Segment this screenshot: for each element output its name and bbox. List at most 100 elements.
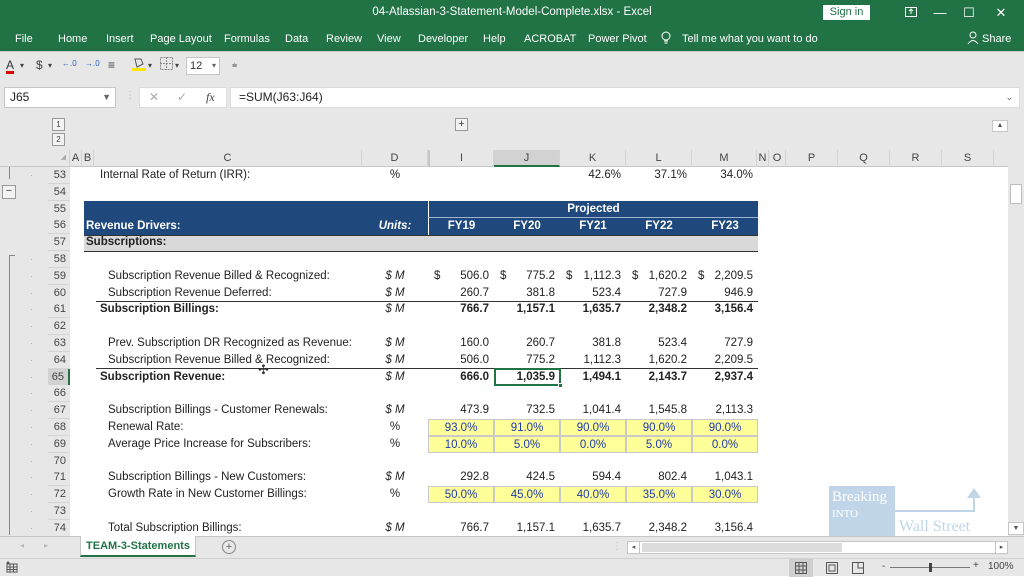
value-cell[interactable]: $775.2 bbox=[494, 268, 560, 285]
unit-cell[interactable]: % bbox=[362, 167, 428, 184]
value-cell[interactable]: 90.0% bbox=[692, 419, 758, 436]
value-cell[interactable]: 766.7 bbox=[428, 520, 494, 537]
unit-cell[interactable]: $ M bbox=[362, 369, 428, 386]
row-header[interactable]: 73 bbox=[48, 503, 70, 520]
value-cell[interactable]: $1,620.2 bbox=[626, 268, 692, 285]
row-header[interactable]: 54 bbox=[48, 183, 70, 201]
column-header-k[interactable]: K bbox=[560, 150, 626, 167]
value-cell[interactable]: 2,348.2 bbox=[626, 301, 692, 318]
value-cell[interactable]: 523.4 bbox=[560, 285, 626, 302]
column-header-m[interactable]: M bbox=[692, 150, 757, 167]
value-cell[interactable]: 1,043.1 bbox=[692, 469, 758, 486]
value-cell[interactable]: 0.0% bbox=[692, 435, 758, 453]
value-cell[interactable]: 42.6% bbox=[560, 167, 626, 184]
increase-decimal-icon[interactable]: ←.0 bbox=[62, 59, 77, 68]
borders-icon[interactable] bbox=[160, 57, 173, 73]
value-cell[interactable]: 45.0% bbox=[494, 486, 560, 504]
value-cell[interactable]: 2,113.3 bbox=[692, 402, 758, 419]
value-cell[interactable]: 35.0% bbox=[626, 486, 692, 504]
vertical-scrollbar[interactable]: ▼ bbox=[1008, 114, 1024, 537]
select-all-button[interactable]: ◢ bbox=[48, 150, 70, 167]
font-size-select[interactable]: 12 ▾ bbox=[186, 57, 220, 75]
value-cell[interactable]: 50.0% bbox=[428, 486, 494, 504]
sign-in-button[interactable]: Sign in bbox=[823, 5, 870, 20]
unit-cell[interactable]: $ M bbox=[362, 285, 428, 302]
row-header[interactable]: 65 bbox=[48, 368, 70, 386]
unit-cell[interactable]: $ M bbox=[362, 268, 428, 285]
value-cell[interactable]: 260.7 bbox=[428, 285, 494, 302]
row-header[interactable]: 61 bbox=[48, 301, 70, 319]
value-cell[interactable]: 30.0% bbox=[692, 486, 758, 504]
unit-cell[interactable]: $ M bbox=[362, 402, 428, 419]
tab-insert[interactable]: Insert bbox=[106, 33, 134, 45]
macro-recording-icon[interactable] bbox=[6, 561, 18, 576]
value-cell[interactable]: 1,157.1 bbox=[494, 301, 560, 318]
horizontal-scroll-thumb[interactable] bbox=[642, 543, 842, 552]
row-header[interactable]: 69 bbox=[48, 435, 70, 453]
expand-formula-icon[interactable]: ⌄ bbox=[1005, 88, 1013, 107]
row-label[interactable]: Internal Rate of Return (IRR): bbox=[100, 167, 250, 184]
column-header-r[interactable]: R bbox=[890, 150, 942, 167]
row-header[interactable]: 64 bbox=[48, 351, 70, 369]
name-box[interactable]: J65 ▼ bbox=[4, 87, 116, 108]
value-cell[interactable]: 946.9 bbox=[692, 285, 758, 302]
unit-cell[interactable]: $ M bbox=[362, 301, 428, 318]
tab-help[interactable]: Help bbox=[483, 33, 506, 45]
share-button[interactable]: Share bbox=[982, 33, 1011, 45]
column-header-j[interactable]: J bbox=[494, 150, 560, 167]
column-header-o[interactable]: O bbox=[769, 150, 786, 167]
value-cell[interactable]: 260.7 bbox=[494, 335, 560, 352]
value-cell[interactable]: 1,635.7 bbox=[560, 301, 626, 318]
column-header-d[interactable]: D bbox=[362, 150, 428, 167]
cancel-icon[interactable]: ✕ bbox=[149, 90, 159, 104]
tab-file[interactable]: File bbox=[15, 33, 33, 45]
scroll-right-button[interactable]: ▸ bbox=[995, 542, 1007, 553]
drag-handle-icon[interactable]: ⋮ bbox=[125, 90, 135, 101]
unit-cell[interactable]: % bbox=[362, 419, 428, 436]
tab-home[interactable]: Home bbox=[58, 33, 87, 45]
row-header[interactable]: 55 bbox=[48, 200, 70, 218]
value-cell[interactable]: 5.0% bbox=[626, 435, 692, 453]
zoom-in-button[interactable]: + bbox=[973, 560, 979, 571]
unit-cell[interactable]: % bbox=[362, 486, 428, 503]
font-color-button[interactable]: A bbox=[6, 58, 14, 72]
value-cell[interactable]: $1,112.3 bbox=[560, 268, 626, 285]
row-label[interactable]: Subscription Revenue Billed & Recognized… bbox=[108, 268, 330, 285]
value-cell[interactable]: 5.0% bbox=[494, 435, 560, 453]
value-cell[interactable]: 3,156.4 bbox=[692, 520, 758, 537]
zoom-level[interactable]: 100% bbox=[988, 561, 1014, 572]
row-header[interactable]: 53 bbox=[48, 167, 70, 184]
value-cell[interactable]: 2,937.4 bbox=[692, 369, 758, 386]
customize-toolbar-icon[interactable]: ⩧ bbox=[232, 60, 237, 71]
fill-color-icon[interactable] bbox=[132, 56, 146, 75]
value-cell[interactable]: 523.4 bbox=[626, 335, 692, 352]
scroll-up-button[interactable]: ▲ bbox=[992, 120, 1008, 132]
zoom-out-button[interactable]: - bbox=[882, 561, 885, 572]
value-cell[interactable]: 666.0 bbox=[428, 369, 494, 386]
horizontal-scrollbar[interactable]: ◂ ▸ bbox=[627, 541, 1008, 554]
row-label[interactable]: Subscription Revenue: bbox=[100, 369, 225, 386]
tell-me-search[interactable]: Tell me what you want to do bbox=[682, 33, 818, 45]
value-cell[interactable]: 0.0% bbox=[560, 435, 626, 453]
row-label[interactable]: Renewal Rate: bbox=[108, 419, 183, 436]
row-header[interactable]: 57 bbox=[48, 234, 70, 252]
tab-power-pivot[interactable]: Power Pivot bbox=[588, 33, 647, 45]
row-header[interactable]: 58 bbox=[48, 251, 70, 268]
row-label[interactable]: Growth Rate in New Customer Billings: bbox=[108, 486, 307, 503]
maximize-button[interactable]: ☐ bbox=[954, 3, 984, 23]
value-cell[interactable]: 1,620.2 bbox=[626, 352, 692, 369]
page-break-preview-button[interactable] bbox=[852, 562, 864, 577]
unit-cell[interactable]: $ M bbox=[362, 469, 428, 486]
next-sheet-icon[interactable]: ▸ bbox=[44, 541, 48, 550]
value-cell[interactable]: 424.5 bbox=[494, 469, 560, 486]
currency-button[interactable]: $ bbox=[36, 58, 43, 72]
borders-dropdown-icon[interactable]: ▾ bbox=[175, 61, 179, 70]
value-cell[interactable]: 802.4 bbox=[626, 469, 692, 486]
ribbon-display-options-icon[interactable] bbox=[896, 3, 926, 23]
value-cell[interactable] bbox=[494, 167, 560, 184]
value-cell[interactable]: 1,157.1 bbox=[494, 520, 560, 537]
value-cell[interactable]: 775.2 bbox=[494, 352, 560, 369]
unit-cell[interactable]: $ M bbox=[362, 352, 428, 369]
column-header-b[interactable]: B bbox=[82, 150, 94, 167]
row-header[interactable]: 72 bbox=[48, 486, 70, 504]
